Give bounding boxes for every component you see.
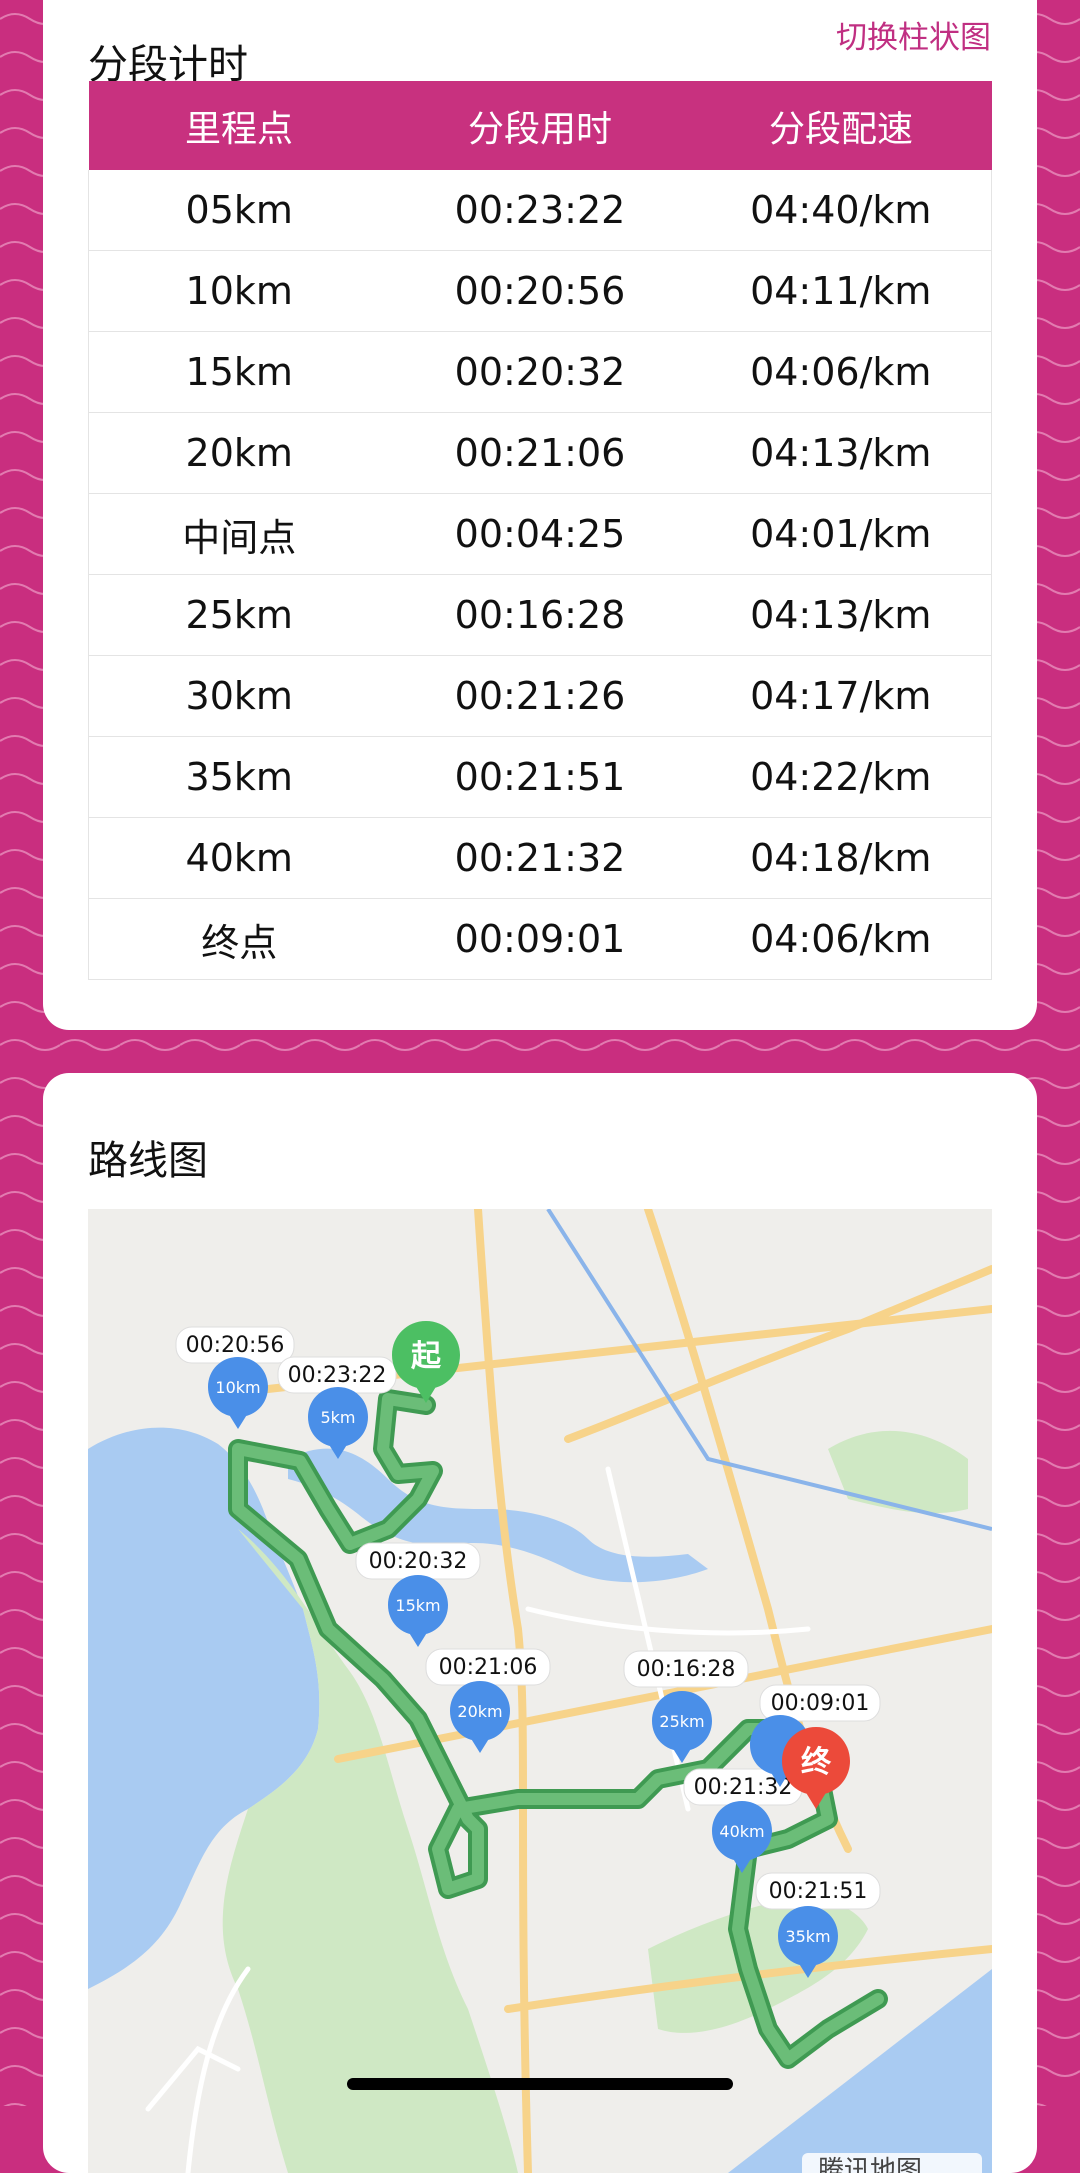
svg-text:00:21:06: 00:21:06 (439, 1655, 538, 1680)
time-label-20km: 00:21:06 (425, 1648, 551, 1686)
cell-point: 10km (88, 250, 390, 332)
cell-time: 00:20:32 (389, 331, 691, 413)
table-row: 20km 00:21:06 04:13/km (88, 412, 992, 494)
table-row: 15km 00:20:32 04:06/km (88, 331, 992, 413)
col-header-pace: 分段配速 (690, 81, 992, 170)
svg-text:00:16:28: 00:16:28 (637, 1657, 736, 1682)
route-title: 路线图 (88, 1138, 208, 1184)
table-header: 里程点 分段用时 分段配速 (88, 81, 992, 170)
cell-pace: 04:40/km (690, 170, 992, 251)
cell-pace: 04:11/km (690, 250, 992, 332)
cell-time: 00:16:28 (389, 574, 691, 656)
cell-point: 40km (88, 817, 390, 899)
cell-time: 00:04:25 (389, 493, 691, 575)
time-label-25km: 00:16:28 (623, 1650, 749, 1688)
svg-text:10km: 10km (215, 1378, 260, 1397)
route-card: 路线图 00:20:56 00:23:22 00:20:32 00:21:06 … (43, 1073, 1037, 2173)
svg-text:20km: 20km (457, 1702, 502, 1721)
cell-point: 35km (88, 736, 390, 818)
cell-pace: 04:18/km (690, 817, 992, 899)
table-row: 终点 00:09:01 04:06/km (88, 898, 992, 980)
table-row: 05km 00:23:22 04:40/km (88, 170, 992, 251)
svg-text:5km: 5km (320, 1408, 355, 1427)
svg-text:腾讯地图: 腾讯地图 (818, 2156, 922, 2173)
cell-time: 00:23:22 (389, 170, 691, 251)
col-header-time: 分段用时 (389, 81, 691, 170)
svg-text:00:20:56: 00:20:56 (186, 1333, 285, 1358)
cell-point: 05km (88, 170, 390, 251)
svg-text:00:21:51: 00:21:51 (769, 1879, 868, 1904)
cell-pace: 04:01/km (690, 493, 992, 575)
table-row: 35km 00:21:51 04:22/km (88, 736, 992, 818)
cell-time: 00:21:51 (389, 736, 691, 818)
switch-to-bar-chart-link[interactable]: 切换柱状图 (836, 12, 991, 57)
cell-time: 00:20:56 (389, 250, 691, 332)
cell-point: 25km (88, 574, 390, 656)
svg-text:35km: 35km (785, 1927, 830, 1946)
svg-text:15km: 15km (395, 1596, 440, 1615)
time-label-40km: 00:21:51 (755, 1872, 881, 1910)
svg-text:00:09:01: 00:09:01 (771, 1691, 870, 1716)
cell-point: 15km (88, 331, 390, 413)
cell-point: 中间点 (88, 493, 390, 575)
table-row: 10km 00:20:56 04:11/km (88, 250, 992, 332)
svg-text:25km: 25km (659, 1712, 704, 1731)
table-row: 40km 00:21:32 04:18/km (88, 817, 992, 899)
cell-point: 20km (88, 412, 390, 494)
cell-pace: 04:22/km (690, 736, 992, 818)
col-header-point: 里程点 (88, 81, 390, 170)
table-row: 25km 00:16:28 04:13/km (88, 574, 992, 656)
home-indicator (347, 2078, 733, 2090)
cell-pace: 04:17/km (690, 655, 992, 737)
time-label-15km: 00:20:32 (355, 1542, 481, 1580)
map-brand-logo: 腾讯地图 (802, 2153, 982, 2173)
cell-pace: 04:13/km (690, 574, 992, 656)
cell-point: 终点 (88, 898, 390, 980)
map-canvas: 00:20:56 00:23:22 00:20:32 00:21:06 00:1… (88, 1209, 992, 2173)
table-row: 中间点 00:04:25 04:01/km (88, 493, 992, 575)
cell-pace: 04:13/km (690, 412, 992, 494)
cell-pace: 04:06/km (690, 898, 992, 980)
cell-time: 00:21:26 (389, 655, 691, 737)
route-map[interactable]: 00:20:56 00:23:22 00:20:32 00:21:06 00:1… (88, 1209, 992, 2173)
svg-text:起: 起 (411, 1339, 442, 1374)
cell-time: 00:21:06 (389, 412, 691, 494)
cell-time: 00:09:01 (389, 898, 691, 980)
splits-table: 里程点 分段用时 分段配速 05km 00:23:22 04:40/km 10km 0… (88, 81, 992, 980)
splits-card: 分段计时 切换柱状图 里程点 分段用时 分段配速 05km 00:23:22 04:… (43, 0, 1037, 1030)
cell-time: 00:21:32 (389, 817, 691, 899)
svg-text:00:20:32: 00:20:32 (369, 1549, 468, 1574)
cell-pace: 04:06/km (690, 331, 992, 413)
svg-text:40km: 40km (719, 1822, 764, 1841)
svg-text:终: 终 (801, 1745, 832, 1780)
svg-text:00:23:22: 00:23:22 (288, 1363, 387, 1388)
table-row: 30km 00:21:26 04:17/km (88, 655, 992, 737)
cell-point: 30km (88, 655, 390, 737)
